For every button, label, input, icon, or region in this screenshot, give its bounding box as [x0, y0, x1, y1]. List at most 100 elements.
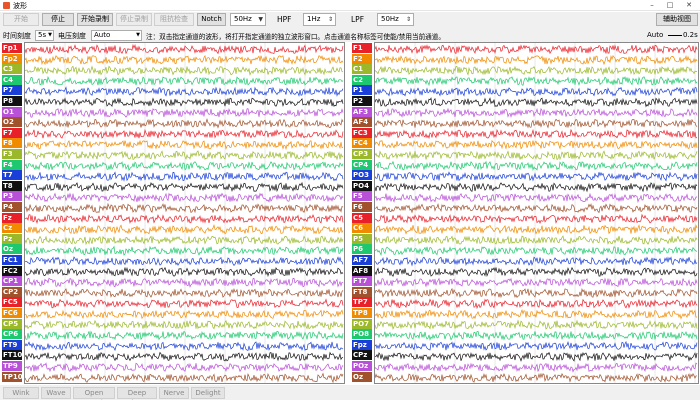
waveform-tp7[interactable] [375, 298, 698, 310]
channel-label-t8[interactable]: T8 [2, 180, 22, 191]
channel-label-p1[interactable]: P1 [352, 85, 372, 96]
channel-label-cpz[interactable]: CPz [352, 350, 372, 361]
waveform-p1[interactable] [375, 86, 698, 97]
channel-label-af8[interactable]: AF8 [352, 265, 372, 276]
channel-label-fc1[interactable]: FC1 [2, 255, 22, 265]
waveform-cp1[interactable] [25, 277, 343, 288]
waveform-t8[interactable] [25, 181, 344, 193]
waveform-cpz[interactable] [375, 351, 698, 362]
channel-label-oz[interactable]: Oz [352, 371, 372, 382]
channel-label-tp8[interactable]: TP8 [352, 308, 372, 318]
channel-label-t7[interactable]: T7 [2, 170, 22, 181]
lpf-spinbox[interactable]: 50Hz ⇕ [377, 13, 414, 26]
waveform-po3[interactable] [375, 171, 698, 182]
tab-open-mouth[interactable]: Open mouth [73, 387, 115, 400]
waveform-ft8[interactable] [375, 287, 698, 299]
notch-button[interactable]: Notch [197, 13, 226, 26]
waveform-ft9[interactable] [25, 341, 344, 352]
waveform-cp6[interactable] [25, 330, 344, 341]
waveform-fc5[interactable] [25, 298, 344, 309]
channel-label-p5[interactable]: P5 [352, 233, 372, 244]
waveform-oz[interactable] [375, 372, 698, 383]
waveform-tp8[interactable] [375, 308, 698, 320]
waveform-tp10[interactable] [25, 372, 344, 383]
left-waveform-plot[interactable] [24, 42, 345, 384]
channel-label-tp9[interactable]: TP9 [2, 361, 22, 371]
channel-label-p6[interactable]: P6 [352, 244, 372, 255]
channel-label-p2[interactable]: P2 [352, 96, 372, 106]
channel-label-tp7[interactable]: TP7 [352, 297, 372, 308]
channel-label-o1[interactable]: O1 [2, 106, 22, 117]
channel-label-fpz[interactable]: Fpz [352, 339, 372, 350]
waveform-cp2[interactable] [25, 288, 344, 298]
channel-label-p3[interactable]: P3 [2, 191, 22, 202]
channel-label-c4[interactable]: C4 [2, 74, 22, 85]
channel-label-ft8[interactable]: FT8 [352, 286, 372, 297]
aux-view-button[interactable]: 辅助视图 [656, 13, 698, 26]
waveform-f8[interactable] [25, 139, 344, 151]
channel-label-c1[interactable]: C1 [352, 64, 372, 75]
notch-select[interactable]: 50Hz ▼ [230, 13, 266, 26]
tab-delight[interactable]: Delight [191, 387, 225, 399]
channel-label-c2[interactable]: C2 [352, 74, 372, 85]
spinner-icon[interactable]: ⇕ [406, 14, 411, 25]
channel-label-po8[interactable]: PO8 [352, 329, 372, 340]
waveform-fc1[interactable] [25, 256, 344, 266]
waveform-fc3[interactable] [375, 128, 698, 140]
channel-label-p8[interactable]: P8 [2, 96, 22, 106]
waveform-c4[interactable] [25, 75, 344, 86]
waveform-f6[interactable] [375, 203, 698, 214]
tab-wink[interactable]: Wink [3, 387, 39, 399]
waveform-f5[interactable] [375, 192, 698, 204]
tab-nerve[interactable]: Nerve [159, 387, 189, 399]
channel-label-c5[interactable]: C5 [352, 212, 372, 223]
waveform-cp5[interactable] [25, 319, 344, 330]
channel-label-af7[interactable]: AF7 [352, 255, 372, 265]
waveform-af4[interactable] [375, 118, 698, 129]
channel-label-ft10[interactable]: FT10 [2, 350, 22, 361]
waveform-af3[interactable] [375, 107, 698, 119]
waveform-o2[interactable] [25, 118, 344, 129]
close-icon[interactable]: ✕ [681, 0, 697, 11]
waveform-f7[interactable] [25, 128, 344, 139]
channel-label-f1[interactable]: F1 [352, 43, 372, 53]
channel-label-poz[interactable]: POz [352, 361, 372, 371]
waveform-p3[interactable] [25, 192, 344, 203]
channel-label-fp2[interactable]: Fp2 [2, 53, 22, 64]
channel-label-tp10[interactable]: TP10 [2, 371, 23, 382]
waveform-f1[interactable] [375, 44, 698, 55]
waveform-f4[interactable] [25, 161, 344, 172]
waveform-fz[interactable] [25, 213, 344, 224]
tab-wave[interactable]: Wave [41, 387, 71, 399]
channel-label-fc3[interactable]: FC3 [352, 127, 372, 138]
waveform-fp2[interactable] [25, 54, 344, 66]
waveform-poz[interactable] [375, 362, 698, 373]
channel-label-f3[interactable]: F3 [2, 149, 22, 159]
waveform-t7[interactable] [25, 171, 344, 182]
waveform-ft10[interactable] [25, 351, 344, 362]
channel-label-oz[interactable]: Oz [2, 244, 22, 255]
tab-deep-sleep[interactable]: Deep sleep [117, 387, 157, 400]
channel-label-ft9[interactable]: FT9 [2, 339, 22, 350]
channel-label-cp2[interactable]: CP2 [2, 286, 22, 297]
waveform-pz[interactable] [25, 235, 344, 246]
channel-label-cz[interactable]: Cz [2, 223, 22, 234]
channel-label-ft7[interactable]: FT7 [352, 276, 372, 287]
channel-label-fz[interactable]: Fz [2, 212, 22, 223]
start-record-button[interactable]: 开始录制 [77, 13, 113, 26]
channel-label-fp1[interactable]: Fp1 [2, 43, 22, 53]
waveform-cp3[interactable] [375, 150, 698, 161]
channel-label-po3[interactable]: PO3 [352, 170, 372, 181]
minimize-icon[interactable]: – [644, 0, 660, 11]
waveform-af7[interactable] [375, 256, 698, 267]
waveform-c2[interactable] [375, 76, 698, 87]
channel-label-f6[interactable]: F6 [352, 202, 372, 212]
channel-label-f8[interactable]: F8 [2, 138, 22, 149]
stop-record-button[interactable]: 停止录制 [116, 13, 152, 26]
impedance-check-button[interactable]: 阻抗检查 [154, 13, 194, 26]
waveform-po8[interactable] [375, 330, 698, 341]
channel-label-c6[interactable]: C6 [352, 223, 372, 234]
waveform-p4[interactable] [25, 202, 344, 214]
waveform-p7[interactable] [25, 86, 344, 97]
channel-label-cp1[interactable]: CP1 [2, 276, 22, 287]
